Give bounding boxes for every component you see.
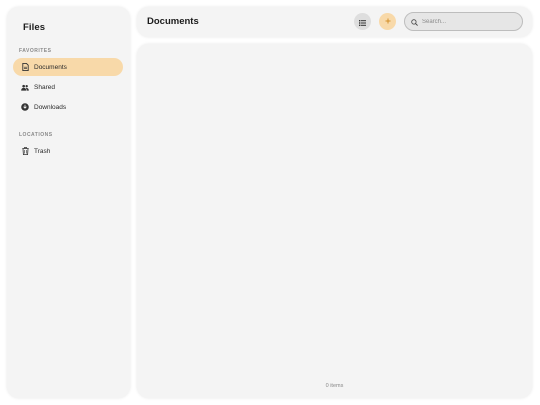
app-title: Files bbox=[23, 22, 46, 33]
sidebar: Files FAVORITES Documents Shared Downloa… bbox=[7, 7, 130, 398]
page-title: Documents bbox=[147, 16, 199, 27]
people-icon bbox=[21, 83, 29, 91]
item-count: 0 items bbox=[325, 383, 344, 389]
file-list-area[interactable]: 0 items bbox=[137, 44, 532, 398]
favorites-section-label: FAVORITES bbox=[19, 48, 52, 54]
add-button[interactable] bbox=[379, 13, 396, 30]
view-toggle-button[interactable] bbox=[354, 13, 371, 30]
search-input[interactable] bbox=[422, 18, 517, 25]
sidebar-item-label: Downloads bbox=[34, 103, 67, 111]
top-bar: Documents bbox=[137, 7, 532, 37]
sidebar-item-label: Shared bbox=[34, 83, 55, 91]
sidebar-item-label: Documents bbox=[34, 63, 67, 71]
download-icon bbox=[21, 103, 29, 111]
search-box[interactable] bbox=[404, 12, 523, 31]
sidebar-item-documents[interactable]: Documents bbox=[13, 58, 123, 76]
sidebar-item-label: Trash bbox=[34, 147, 51, 155]
sidebar-item-trash[interactable]: Trash bbox=[13, 142, 123, 160]
plus-icon bbox=[385, 17, 391, 27]
grid-view-icon bbox=[359, 13, 366, 31]
sidebar-item-shared[interactable]: Shared bbox=[13, 78, 123, 96]
sidebar-item-downloads[interactable]: Downloads bbox=[13, 98, 123, 116]
locations-section-label: LOCATIONS bbox=[19, 132, 53, 138]
search-icon bbox=[411, 13, 418, 31]
document-icon bbox=[21, 63, 29, 71]
trash-icon bbox=[21, 147, 29, 155]
